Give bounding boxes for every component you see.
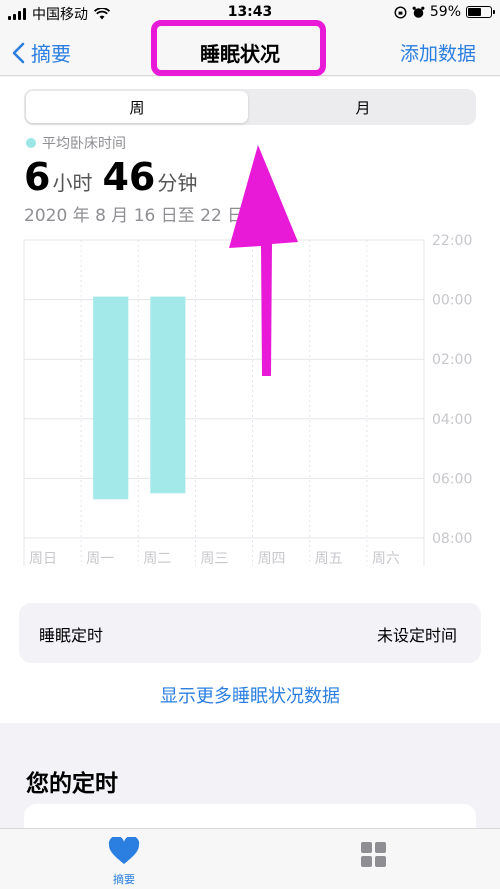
minutes-value: 46 bbox=[102, 155, 156, 199]
sleep-content: 周 月 平均卧床时间 6 小时 46 分钟 2020 年 8 月 16 日至 2… bbox=[0, 77, 500, 723]
section-title: 您的定时 bbox=[26, 771, 118, 797]
x-tick-label: 周五 bbox=[315, 551, 343, 567]
legend-dot bbox=[26, 138, 36, 148]
y-tick-label: 22:00 bbox=[432, 233, 472, 249]
heart-icon bbox=[108, 835, 140, 864]
hours-value: 6 bbox=[24, 155, 51, 199]
sleep-bar bbox=[150, 296, 186, 494]
legend-label: 平均卧床时间 bbox=[42, 136, 126, 152]
add-data-button[interactable]: 添加数据 bbox=[400, 39, 476, 66]
y-tick-label: 08:00 bbox=[432, 531, 472, 547]
x-tick-label: 周四 bbox=[258, 551, 286, 567]
segment-month[interactable]: 月 bbox=[252, 91, 474, 123]
x-tick-label: 周三 bbox=[200, 551, 228, 567]
battery-percent: 59% bbox=[429, 4, 461, 20]
average-time-value: 6 小时 46 分钟 bbox=[24, 155, 207, 199]
tab-bar: 摘要 bbox=[0, 828, 500, 889]
chart-legend: 平均卧床时间 bbox=[26, 133, 126, 153]
orientation-lock-icon bbox=[394, 5, 407, 19]
minutes-unit: 分钟 bbox=[157, 171, 198, 195]
schedule-label: 睡眠定时 bbox=[39, 626, 104, 645]
browse-grid-icon[interactable] bbox=[360, 841, 388, 869]
alarm-icon bbox=[412, 6, 425, 18]
date-range: 2020 年 8 月 16 日至 22 日 bbox=[24, 206, 245, 226]
sleep-chart: 22:00 00:00 02:00 04:00 06:00 08:00 周日 周一 周二 周三 周四… bbox=[23, 233, 472, 567]
x-tick-label: 周六 bbox=[372, 551, 400, 567]
x-tick-label: 周一 bbox=[86, 551, 114, 567]
tab-summary[interactable]: 摘要 bbox=[104, 835, 144, 887]
y-tick-label: 02:00 bbox=[432, 352, 472, 368]
hours-unit: 小时 bbox=[52, 171, 93, 195]
show-more-sleep-data-link[interactable]: 显示更多睡眠状况数据 bbox=[0, 682, 500, 708]
tab-summary-label: 摘要 bbox=[113, 873, 135, 886]
sleep-bar bbox=[93, 296, 129, 500]
period-segmented-control: 周 月 bbox=[24, 89, 476, 125]
sleep-schedule-row[interactable]: 睡眠定时 未设定时间 bbox=[19, 603, 481, 663]
battery-icon bbox=[466, 6, 495, 18]
schedule-value: 未设定时间 bbox=[376, 626, 457, 645]
segment-week[interactable]: 周 bbox=[26, 91, 248, 123]
status-right: 59% bbox=[394, 4, 495, 20]
y-tick-label: 06:00 bbox=[432, 471, 472, 487]
y-tick-label: 00:00 bbox=[432, 293, 472, 309]
y-tick-label: 04:00 bbox=[432, 412, 472, 428]
battery-fill bbox=[468, 8, 481, 16]
x-tick-label: 周日 bbox=[29, 551, 57, 567]
x-tick-label: 周二 bbox=[143, 551, 171, 567]
highlight-annotation-box bbox=[151, 20, 326, 76]
